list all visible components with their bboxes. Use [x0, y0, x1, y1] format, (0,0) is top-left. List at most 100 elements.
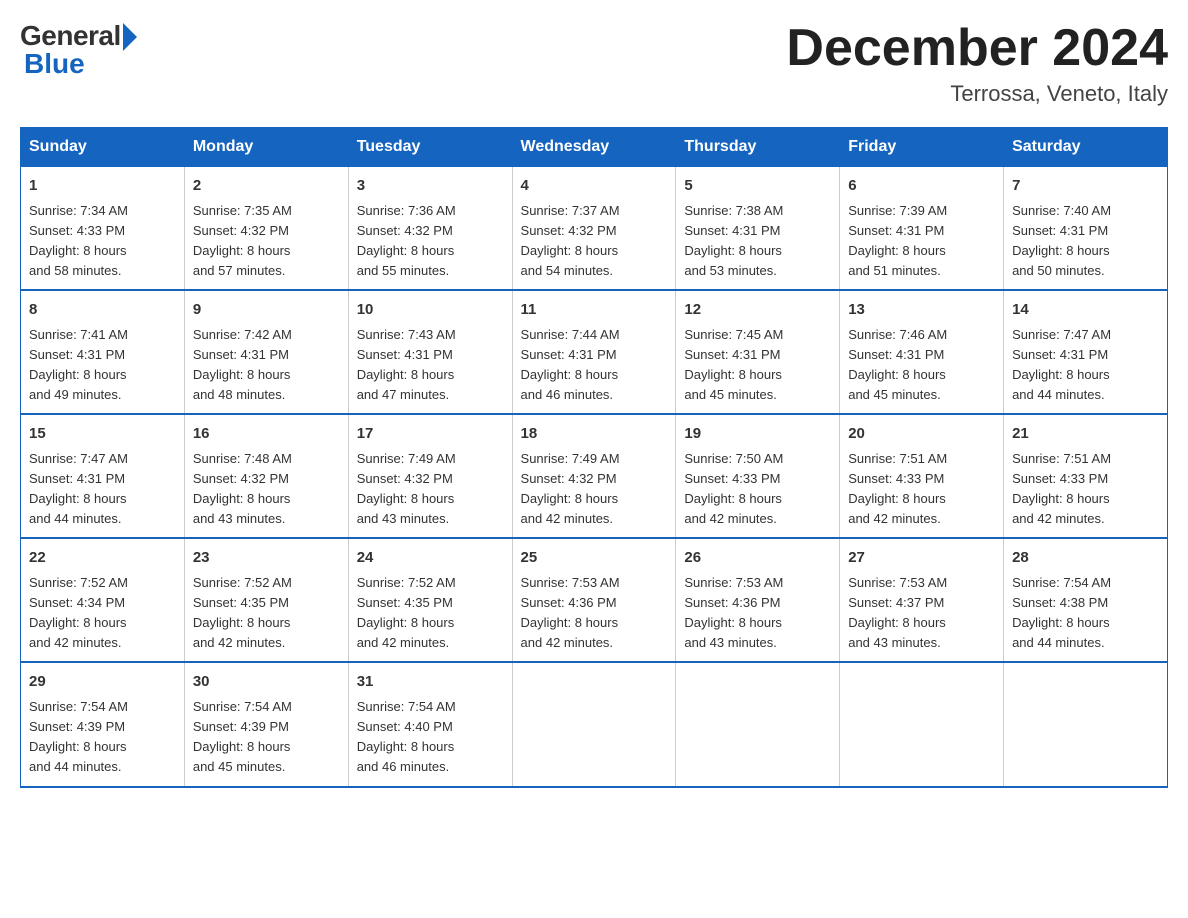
logo-blue-text: Blue: [20, 48, 85, 80]
day-info: Sunrise: 7:44 AMSunset: 4:31 PMDaylight:…: [521, 325, 668, 406]
day-info: Sunrise: 7:41 AMSunset: 4:31 PMDaylight:…: [29, 325, 176, 406]
calendar-day-cell: 22Sunrise: 7:52 AMSunset: 4:34 PMDayligh…: [21, 538, 185, 662]
day-number: 6: [848, 175, 995, 198]
calendar-day-cell: 9 Sunrise: 7:42 AMSunset: 4:31 PMDaylight…: [184, 290, 348, 414]
day-number: 10: [357, 299, 504, 322]
calendar-day-cell: 17 Sunrise: 7:49 AMSunset: 4:32 PMDayligh…: [348, 414, 512, 538]
calendar-day-cell: 29Sunrise: 7:54 AMSunset: 4:39 PMDayligh…: [21, 662, 185, 786]
month-title: December 2024: [786, 20, 1168, 77]
calendar-day-cell: [1004, 662, 1168, 786]
calendar-day-cell: 3 Sunrise: 7:36 AMSunset: 4:32 PMDaylight…: [348, 167, 512, 291]
calendar-day-cell: [840, 662, 1004, 786]
calendar-day-cell: 13Sunrise: 7:46 AMSunset: 4:31 PMDayligh…: [840, 290, 1004, 414]
day-number: 25: [521, 547, 668, 570]
calendar-day-cell: 7 Sunrise: 7:40 AMSunset: 4:31 PMDaylight…: [1004, 167, 1168, 291]
day-number: 11: [521, 299, 668, 322]
calendar-day-cell: 12 Sunrise: 7:45 AMSunset: 4:31 PMDayligh…: [676, 290, 840, 414]
day-number: 28: [1012, 547, 1159, 570]
day-info: Sunrise: 7:54 AMSunset: 4:39 PMDaylight:…: [193, 697, 340, 778]
day-info: Sunrise: 7:53 AMSunset: 4:36 PMDaylight:…: [521, 573, 668, 654]
title-block: December 2024 Terrossa, Veneto, Italy: [786, 20, 1168, 107]
day-number: 29: [29, 671, 176, 694]
calendar-day-cell: 14 Sunrise: 7:47 AMSunset: 4:31 PMDayligh…: [1004, 290, 1168, 414]
calendar-week-row: 1Sunrise: 7:34 AMSunset: 4:33 PMDaylight…: [21, 167, 1168, 291]
day-number: 9: [193, 299, 340, 322]
calendar-day-cell: [676, 662, 840, 786]
day-info: Sunrise: 7:51 AMSunset: 4:33 PMDaylight:…: [1012, 449, 1159, 530]
calendar-day-cell: 26 Sunrise: 7:53 AMSunset: 4:36 PMDayligh…: [676, 538, 840, 662]
calendar-day-cell: 28 Sunrise: 7:54 AMSunset: 4:38 PMDayligh…: [1004, 538, 1168, 662]
weekday-header-monday: Monday: [184, 128, 348, 167]
calendar-week-row: 8 Sunrise: 7:41 AMSunset: 4:31 PMDaylight…: [21, 290, 1168, 414]
day-number: 26: [684, 547, 831, 570]
calendar-day-cell: 16Sunrise: 7:48 AMSunset: 4:32 PMDayligh…: [184, 414, 348, 538]
day-info: Sunrise: 7:45 AMSunset: 4:31 PMDaylight:…: [684, 325, 831, 406]
weekday-header-tuesday: Tuesday: [348, 128, 512, 167]
day-number: 5: [684, 175, 831, 198]
calendar-week-row: 15Sunrise: 7:47 AMSunset: 4:31 PMDayligh…: [21, 414, 1168, 538]
calendar-day-cell: 1Sunrise: 7:34 AMSunset: 4:33 PMDaylight…: [21, 167, 185, 291]
weekday-header-thursday: Thursday: [676, 128, 840, 167]
day-number: 19: [684, 423, 831, 446]
day-info: Sunrise: 7:37 AMSunset: 4:32 PMDaylight:…: [521, 201, 668, 282]
calendar-day-cell: 24 Sunrise: 7:52 AMSunset: 4:35 PMDayligh…: [348, 538, 512, 662]
calendar-day-cell: [512, 662, 676, 786]
day-info: Sunrise: 7:52 AMSunset: 4:35 PMDaylight:…: [357, 573, 504, 654]
day-number: 3: [357, 175, 504, 198]
calendar-day-cell: 21Sunrise: 7:51 AMSunset: 4:33 PMDayligh…: [1004, 414, 1168, 538]
day-info: Sunrise: 7:34 AMSunset: 4:33 PMDaylight:…: [29, 201, 176, 282]
calendar-day-cell: 2 Sunrise: 7:35 AMSunset: 4:32 PMDaylight…: [184, 167, 348, 291]
day-info: Sunrise: 7:46 AMSunset: 4:31 PMDaylight:…: [848, 325, 995, 406]
calendar-day-cell: 8 Sunrise: 7:41 AMSunset: 4:31 PMDaylight…: [21, 290, 185, 414]
calendar-day-cell: 30 Sunrise: 7:54 AMSunset: 4:39 PMDayligh…: [184, 662, 348, 786]
page-header: General Blue December 2024 Terrossa, Ven…: [20, 20, 1168, 107]
day-info: Sunrise: 7:48 AMSunset: 4:32 PMDaylight:…: [193, 449, 340, 530]
calendar-day-cell: 20 Sunrise: 7:51 AMSunset: 4:33 PMDayligh…: [840, 414, 1004, 538]
day-info: Sunrise: 7:52 AMSunset: 4:35 PMDaylight:…: [193, 573, 340, 654]
day-info: Sunrise: 7:36 AMSunset: 4:32 PMDaylight:…: [357, 201, 504, 282]
weekday-header-wednesday: Wednesday: [512, 128, 676, 167]
day-number: 15: [29, 423, 176, 446]
day-info: Sunrise: 7:51 AMSunset: 4:33 PMDaylight:…: [848, 449, 995, 530]
day-info: Sunrise: 7:53 AMSunset: 4:36 PMDaylight:…: [684, 573, 831, 654]
weekday-header-saturday: Saturday: [1004, 128, 1168, 167]
calendar-day-cell: 19 Sunrise: 7:50 AMSunset: 4:33 PMDayligh…: [676, 414, 840, 538]
day-number: 7: [1012, 175, 1159, 198]
day-info: Sunrise: 7:40 AMSunset: 4:31 PMDaylight:…: [1012, 201, 1159, 282]
calendar-day-cell: 25 Sunrise: 7:53 AMSunset: 4:36 PMDayligh…: [512, 538, 676, 662]
day-info: Sunrise: 7:50 AMSunset: 4:33 PMDaylight:…: [684, 449, 831, 530]
weekday-header-sunday: Sunday: [21, 128, 185, 167]
calendar-day-cell: 27Sunrise: 7:53 AMSunset: 4:37 PMDayligh…: [840, 538, 1004, 662]
day-info: Sunrise: 7:47 AMSunset: 4:31 PMDaylight:…: [1012, 325, 1159, 406]
day-number: 2: [193, 175, 340, 198]
day-number: 27: [848, 547, 995, 570]
day-info: Sunrise: 7:35 AMSunset: 4:32 PMDaylight:…: [193, 201, 340, 282]
day-number: 23: [193, 547, 340, 570]
day-info: Sunrise: 7:42 AMSunset: 4:31 PMDaylight:…: [193, 325, 340, 406]
weekday-header-row: SundayMondayTuesdayWednesdayThursdayFrid…: [21, 128, 1168, 167]
day-number: 20: [848, 423, 995, 446]
day-number: 30: [193, 671, 340, 694]
day-number: 14: [1012, 299, 1159, 322]
day-number: 12: [684, 299, 831, 322]
calendar-day-cell: 18Sunrise: 7:49 AMSunset: 4:32 PMDayligh…: [512, 414, 676, 538]
day-info: Sunrise: 7:54 AMSunset: 4:40 PMDaylight:…: [357, 697, 504, 778]
calendar-day-cell: 31 Sunrise: 7:54 AMSunset: 4:40 PMDayligh…: [348, 662, 512, 786]
day-number: 18: [521, 423, 668, 446]
day-number: 4: [521, 175, 668, 198]
day-info: Sunrise: 7:38 AMSunset: 4:31 PMDaylight:…: [684, 201, 831, 282]
calendar-day-cell: 4 Sunrise: 7:37 AMSunset: 4:32 PMDaylight…: [512, 167, 676, 291]
day-info: Sunrise: 7:54 AMSunset: 4:38 PMDaylight:…: [1012, 573, 1159, 654]
calendar-day-cell: 5 Sunrise: 7:38 AMSunset: 4:31 PMDaylight…: [676, 167, 840, 291]
calendar-day-cell: 15Sunrise: 7:47 AMSunset: 4:31 PMDayligh…: [21, 414, 185, 538]
calendar-day-cell: 23 Sunrise: 7:52 AMSunset: 4:35 PMDayligh…: [184, 538, 348, 662]
day-info: Sunrise: 7:49 AMSunset: 4:32 PMDaylight:…: [357, 449, 504, 530]
calendar-day-cell: 11 Sunrise: 7:44 AMSunset: 4:31 PMDayligh…: [512, 290, 676, 414]
day-number: 24: [357, 547, 504, 570]
day-number: 17: [357, 423, 504, 446]
logo: General Blue: [20, 20, 137, 80]
day-number: 8: [29, 299, 176, 322]
day-number: 31: [357, 671, 504, 694]
day-info: Sunrise: 7:39 AMSunset: 4:31 PMDaylight:…: [848, 201, 995, 282]
day-info: Sunrise: 7:43 AMSunset: 4:31 PMDaylight:…: [357, 325, 504, 406]
